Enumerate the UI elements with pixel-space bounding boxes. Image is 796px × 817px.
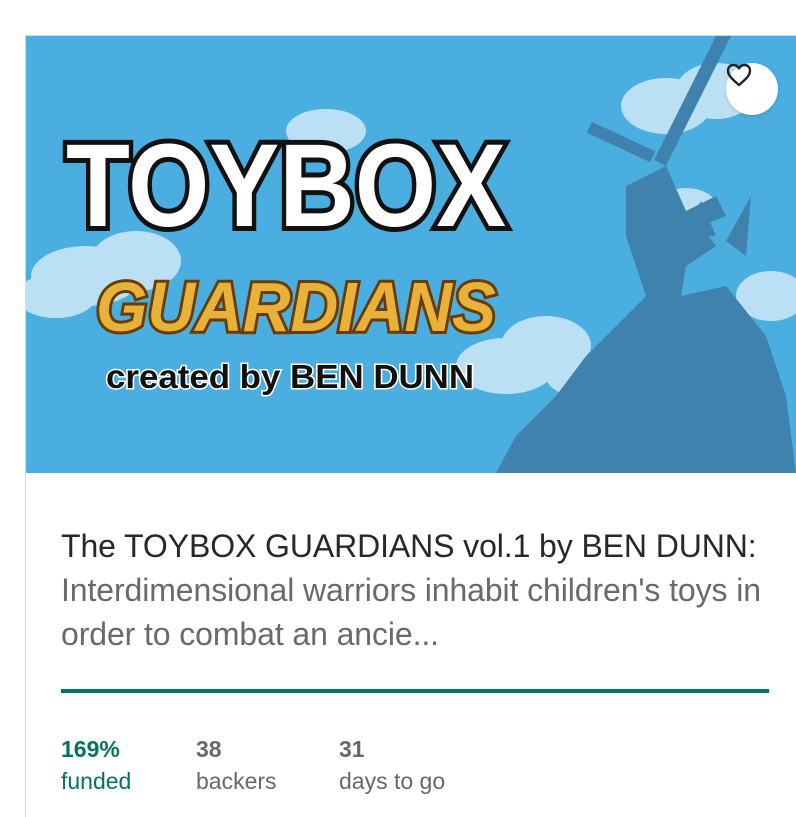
heart-outline-icon	[726, 63, 752, 87]
stat-days: 31 days to go	[339, 733, 445, 797]
project-title-block[interactable]: The TOYBOX GUARDIANS vol.1 by BEN DUNN: …	[61, 524, 771, 656]
hero-logo-top: TOYBOX	[66, 120, 506, 252]
funding-progress-fill	[61, 689, 769, 693]
favorite-button[interactable]	[726, 63, 778, 115]
stat-funded: 169% funded	[61, 733, 131, 797]
project-blurb: Interdimensional warriors inhabit childr…	[61, 572, 761, 652]
project-title[interactable]: The TOYBOX GUARDIANS vol.1 by BEN DUNN:	[61, 528, 757, 564]
project-card[interactable]: TOYBOX GUARDIANS created by BEN DUNN The…	[25, 35, 796, 817]
project-hero-image[interactable]: TOYBOX GUARDIANS created by BEN DUNN	[26, 36, 796, 473]
stat-funded-label: funded	[61, 768, 132, 794]
stat-backers: 38 backers	[196, 733, 277, 797]
stat-backers-label: backers	[196, 768, 277, 794]
stat-backers-value: 38	[196, 736, 222, 762]
stat-days-label: days to go	[339, 768, 446, 794]
stat-days-value: 31	[339, 736, 365, 762]
hero-credit: created by BEN DUNN	[106, 358, 474, 395]
hero-artwork: TOYBOX GUARDIANS created by BEN DUNN	[26, 36, 796, 473]
hero-logo-sub: GUARDIANS	[96, 268, 496, 346]
stat-funded-value: 169%	[61, 736, 120, 762]
funding-progress-bar	[61, 689, 769, 693]
